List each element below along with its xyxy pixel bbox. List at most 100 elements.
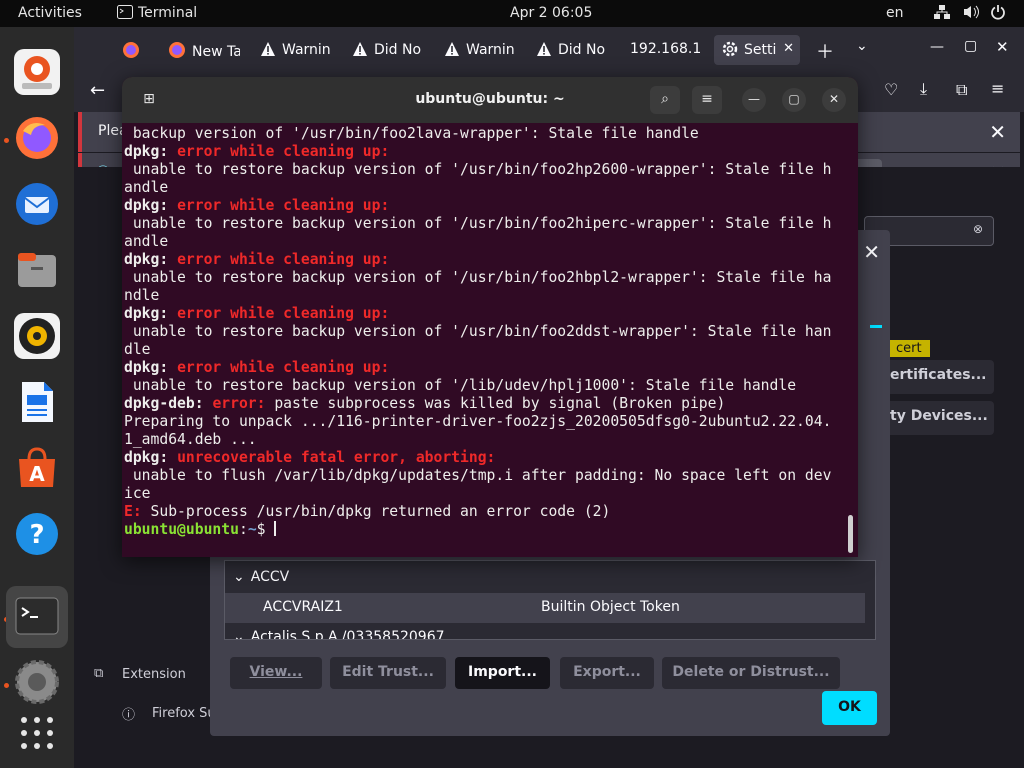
volume-icon[interactable]: [962, 4, 980, 24]
app-center-icon[interactable]: A: [14, 445, 60, 491]
chevron-down-icon: ⌄: [233, 629, 245, 639]
terminal-line: dpkg: unrecoverable fatal error, abortin…: [124, 449, 848, 467]
terminal-line: andle: [124, 233, 848, 251]
tree-row[interactable]: ACCVRAIZ1 Builtin Object Token: [225, 593, 865, 623]
tab-settings[interactable]: Setti ✕: [714, 35, 800, 65]
tab-did-not-1[interactable]: Did No: [352, 35, 424, 65]
extensions-icon[interactable]: ⧉: [956, 80, 967, 100]
tab-label: Setti: [744, 42, 777, 58]
writer-icon[interactable]: [14, 379, 60, 425]
terminal-window: ⊞ ubuntu@ubuntu: ~ ⌕ ≡ — ▢ ✕ backup vers…: [122, 77, 858, 557]
back-icon[interactable]: ←: [90, 80, 105, 101]
tab-firefox[interactable]: [122, 35, 152, 65]
warning-icon: [445, 42, 459, 56]
terminal-text: dle: [124, 341, 151, 358]
sidebar-item-extensions[interactable]: ⧉ Extension: [94, 666, 186, 682]
minimize-icon[interactable]: —: [742, 88, 766, 112]
gear-icon: [722, 41, 738, 57]
delete-or-distrust-button[interactable]: Delete or Distrust...: [662, 657, 840, 689]
dock: A ?: [0, 27, 74, 768]
hamburger-menu-icon[interactable]: ≡: [692, 86, 722, 114]
show-apps-icon[interactable]: [14, 710, 60, 756]
terminal-text: andle: [124, 179, 169, 196]
files-icon[interactable]: [14, 247, 60, 293]
svg-text:A: A: [29, 462, 45, 486]
sidebar-item-support[interactable]: ⓘ Firefox Su: [122, 706, 216, 723]
terminal-line: unable to restore backup version of '/li…: [124, 377, 848, 395]
terminal-text: paste subprocess was killed by signal (B…: [274, 395, 726, 412]
edit-trust-button[interactable]: Edit Trust...: [330, 657, 446, 689]
close-icon[interactable]: ✕: [863, 240, 880, 264]
new-tab-icon[interactable]: ＋: [816, 38, 834, 64]
terminal-text: $: [256, 521, 275, 538]
view-button[interactable]: View...: [230, 657, 322, 689]
terminal-text: error while cleaning up:: [177, 305, 390, 322]
export-button[interactable]: Export...: [560, 657, 654, 689]
terminal-text: unable to restore backup version of '/li…: [124, 377, 797, 394]
tree-group[interactable]: ⌄ Actalis S.p.A./03358520967: [225, 623, 865, 639]
rhythmbox-icon[interactable]: [14, 313, 60, 359]
thunderbird-icon[interactable]: [14, 181, 60, 227]
pocket-icon[interactable]: ♡: [884, 80, 898, 99]
tab-warning-2[interactable]: Warnin: [444, 35, 516, 65]
maximize-icon[interactable]: ▢: [782, 88, 806, 112]
terminal-text: unrecoverable fatal error, aborting:: [177, 449, 496, 466]
terminal-header[interactable]: ⊞ ubuntu@ubuntu: ~ ⌕ ≡ — ▢ ✕: [122, 77, 858, 123]
minimize-icon[interactable]: —: [930, 39, 944, 55]
running-indicator: [4, 138, 9, 143]
close-icon[interactable]: ✕: [989, 120, 1006, 144]
tab-label: Warnin: [282, 42, 331, 58]
menu-icon[interactable]: ≡: [991, 79, 1004, 98]
power-icon[interactable]: [990, 4, 1006, 24]
certificates-button[interactable]: ertificates...: [878, 360, 994, 394]
ok-button[interactable]: OK: [822, 691, 877, 725]
warning-icon: [353, 42, 367, 56]
close-icon[interactable]: ✕: [996, 38, 1009, 56]
import-button[interactable]: Import...: [455, 657, 550, 689]
app-name: Terminal: [138, 5, 198, 21]
tab-new-tab[interactable]: New Ta: [168, 35, 240, 65]
terminal-line: dpkg: error while cleaning up:: [124, 251, 848, 269]
terminal-line: unable to restore backup version of '/us…: [124, 215, 848, 233]
terminal-text: backup version of '/usr/bin/foo2lava-wra…: [124, 125, 699, 142]
clock[interactable]: Apr 2 06:05: [510, 5, 592, 21]
tab-warning-1[interactable]: Warnin: [260, 35, 332, 65]
close-tab-icon[interactable]: ✕: [783, 41, 794, 56]
terminal-text: unable to restore backup version of '/us…: [124, 161, 832, 178]
tab-ip-address[interactable]: 192.168.1.: [630, 35, 700, 65]
warning-icon: [537, 42, 551, 56]
search-icon[interactable]: ⌕: [650, 86, 680, 114]
terminal-output[interactable]: backup version of '/usr/bin/foo2lava-wra…: [124, 125, 848, 555]
terminal-line: dle: [124, 341, 848, 359]
firefox-icon: [169, 42, 185, 58]
search-highlight-tag: cert: [888, 340, 930, 357]
language-indicator[interactable]: en: [886, 5, 904, 21]
network-icon[interactable]: [933, 4, 951, 24]
tree-group[interactable]: ⌄ ACCV: [225, 563, 865, 593]
app-menu[interactable]: Terminal: [117, 5, 197, 21]
running-indicator: [4, 683, 9, 688]
tab-list-chevron-icon[interactable]: ⌄: [856, 38, 868, 54]
close-icon[interactable]: ✕: [822, 88, 846, 112]
download-icon[interactable]: ⤓: [920, 79, 927, 99]
terminal-text: dpkg:: [124, 305, 178, 322]
scrollbar[interactable]: [848, 515, 853, 553]
maximize-icon[interactable]: ▢: [964, 38, 977, 54]
clear-icon[interactable]: ⊗: [973, 222, 983, 236]
security-devices-button[interactable]: ty Devices...: [878, 401, 994, 435]
tab-label: Did No: [558, 42, 606, 58]
terminal-text: dpkg:: [124, 197, 178, 214]
settings-icon[interactable]: [14, 659, 60, 705]
tab-did-not-2[interactable]: Did No: [536, 35, 608, 65]
firefox-icon[interactable]: [14, 115, 60, 161]
terminal-line: unable to restore backup version of '/us…: [124, 323, 848, 341]
help-icon[interactable]: ?: [14, 511, 60, 557]
help-viewer-icon[interactable]: [14, 49, 60, 95]
terminal-icon: [15, 597, 59, 635]
terminal-line: ice: [124, 485, 848, 503]
terminal-text: E:: [124, 503, 151, 520]
terminal-text: error while cleaning up:: [177, 143, 390, 160]
terminal-launcher[interactable]: [6, 586, 68, 648]
terminal-text: unable to restore backup version of '/us…: [124, 215, 832, 232]
activities-button[interactable]: Activities: [18, 5, 82, 21]
